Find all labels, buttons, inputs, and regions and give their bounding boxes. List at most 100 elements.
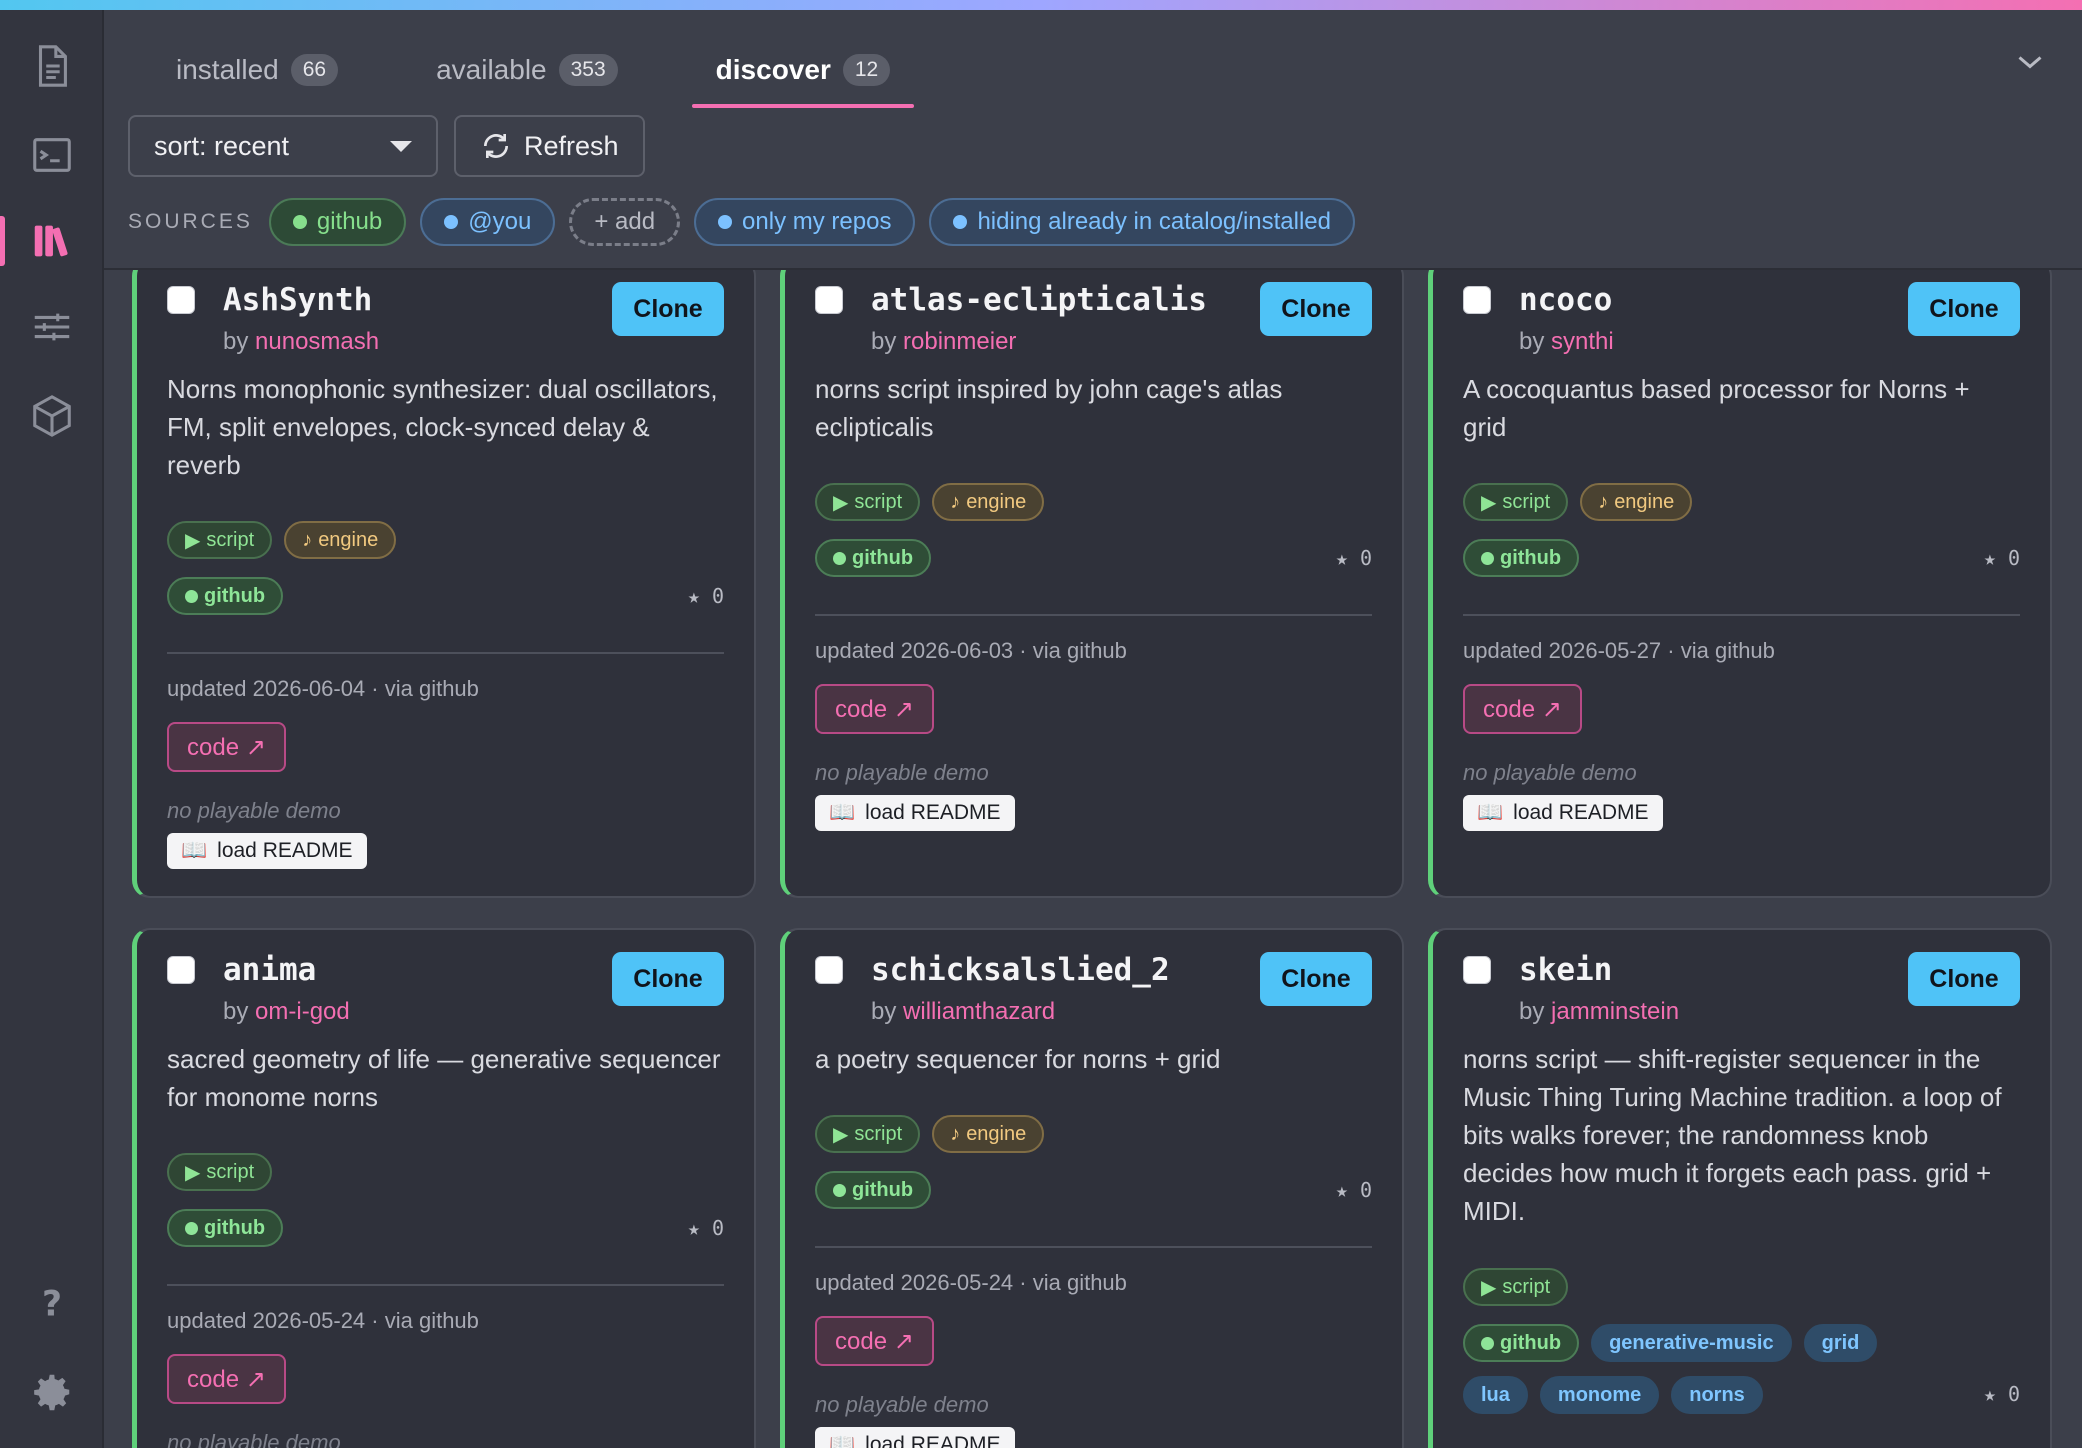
book-icon: 📖 [1477, 801, 1504, 824]
select-checkbox[interactable] [167, 956, 195, 984]
refresh-button[interactable]: Refresh [454, 115, 645, 177]
repo-description: sacred geometry of life — generative seq… [167, 1044, 721, 1112]
filter-hiding-installed[interactable]: hiding already in catalog/installed [929, 198, 1356, 246]
source-tags: github [167, 577, 724, 615]
terminal-icon[interactable] [22, 125, 82, 185]
repo-author-line: by om-i-god [223, 998, 350, 1026]
source-chip-you[interactable]: @you [420, 198, 556, 246]
repo-author-line: by williamthazard [871, 998, 1055, 1026]
divider [815, 1246, 1372, 1248]
select-checkbox[interactable] [167, 286, 195, 314]
tag-label: github [852, 1178, 914, 1201]
star-count: ★ 0 [1335, 546, 1372, 570]
github-tag: github [1463, 1324, 1580, 1362]
tag-label: script [1502, 1275, 1551, 1298]
script-tag: ▶ script [167, 521, 273, 559]
repo-description: norns script — shift-register sequencer … [1463, 1044, 2002, 1226]
code-link-button[interactable]: code ↗ [1463, 684, 1582, 734]
readme-label: load README [865, 801, 1001, 824]
tag-label: github [204, 1216, 266, 1239]
tab-discover[interactable]: discover 12 [691, 40, 915, 108]
load-readme-button[interactable]: 📖 load README [1463, 795, 1663, 831]
tag-label: script [1502, 490, 1551, 513]
divider [1463, 614, 2020, 616]
topic-tag[interactable]: grid [1803, 1324, 1878, 1362]
select-checkbox[interactable] [815, 956, 843, 984]
sort-select[interactable]: sort: recent [128, 115, 438, 177]
author-link[interactable]: om-i-god [255, 998, 350, 1025]
select-checkbox[interactable] [815, 286, 843, 314]
caret-down-icon [390, 140, 412, 152]
repo-name: skein [1519, 952, 1613, 988]
engine-tag: ♪ engine [932, 1115, 1045, 1153]
repo-card-grid: AshSynth by nunosmash Clone Norns monoph… [104, 268, 2082, 1448]
load-readme-button[interactable]: 📖 load README [167, 833, 367, 869]
author-link[interactable]: robinmeier [903, 328, 1016, 355]
code-link-button[interactable]: code ↗ [167, 722, 286, 772]
tag-label: script [206, 528, 255, 551]
no-demo-text: no playable demo [167, 1430, 341, 1448]
play-icon: ▶ [1481, 491, 1497, 514]
help-icon[interactable]: ? [22, 1274, 82, 1334]
topic-tag[interactable]: monome [1539, 1376, 1660, 1414]
no-demo-text: no playable demo [1463, 760, 1637, 785]
kind-tags: ▶ script [1463, 1268, 2020, 1306]
sources-label: SOURCES [128, 210, 253, 233]
repo-name: ncoco [1519, 282, 1613, 318]
repo-author-line: by jamminstein [1519, 998, 1679, 1026]
package-icon[interactable] [22, 386, 82, 446]
tab-installed[interactable]: installed 66 [152, 40, 362, 100]
clone-button[interactable]: Clone [612, 282, 724, 336]
play-icon: ▶ [185, 529, 201, 552]
topic-tag[interactable]: norns [1671, 1376, 1763, 1414]
library-icon[interactable] [22, 211, 82, 271]
author-link[interactable]: synthi [1551, 328, 1614, 355]
play-icon: ▶ [833, 1123, 849, 1146]
code-link-button[interactable]: code ↗ [815, 1316, 934, 1366]
load-readme-button[interactable]: 📖 load README [815, 1427, 1015, 1448]
author-link[interactable]: jamminstein [1551, 998, 1679, 1025]
tag-label: github [1500, 1331, 1562, 1354]
book-icon: 📖 [181, 839, 208, 862]
dot-icon [718, 215, 733, 229]
gear-icon[interactable] [22, 1362, 82, 1422]
left-rail: ? [0, 10, 104, 1448]
readme-label: load README [217, 839, 353, 862]
star-count: ★ 0 [687, 584, 724, 608]
dot-icon [1481, 1336, 1494, 1350]
chevron-down-icon[interactable] [2012, 44, 2048, 80]
chip-label: @you [468, 208, 532, 235]
engine-tag: ♪ engine [932, 483, 1045, 521]
topic-tag[interactable]: generative-music [1591, 1324, 1792, 1362]
clone-button[interactable]: Clone [1260, 952, 1372, 1006]
sort-select-value: sort: recent [154, 130, 290, 161]
github-tag: github [815, 1171, 932, 1209]
source-chip-github[interactable]: github [268, 198, 407, 246]
dot-icon [953, 215, 968, 229]
book-icon: 📖 [829, 1433, 856, 1448]
github-tag: github [1463, 539, 1580, 577]
code-link-button[interactable]: code ↗ [167, 1354, 286, 1404]
add-source-button[interactable]: + add [569, 198, 681, 246]
tag-label: engine [1614, 490, 1675, 513]
author-link[interactable]: williamthazard [903, 998, 1055, 1025]
note-icon: ♪ [950, 1122, 961, 1145]
select-checkbox[interactable] [1463, 286, 1491, 314]
document-icon[interactable] [22, 36, 82, 96]
clone-button[interactable]: Clone [1908, 282, 2020, 336]
tab-label: available [436, 54, 547, 85]
select-checkbox[interactable] [1463, 956, 1491, 984]
sliders-icon[interactable] [22, 297, 82, 357]
clone-button[interactable]: Clone [612, 952, 724, 1006]
clone-button[interactable]: Clone [1908, 952, 2020, 1006]
tab-available[interactable]: available 353 [412, 40, 642, 100]
svg-text:?: ? [42, 1285, 62, 1325]
top-gradient-bar [0, 0, 2082, 10]
clone-button[interactable]: Clone [1260, 282, 1372, 336]
repo-card: skein by jamminstein Clone norns script … [1428, 928, 2052, 1448]
code-link-button[interactable]: code ↗ [815, 684, 934, 734]
author-link[interactable]: nunosmash [255, 328, 379, 355]
filter-only-my-repos[interactable]: only my repos [694, 198, 916, 246]
topic-tag[interactable]: lua [1463, 1376, 1528, 1414]
load-readme-button[interactable]: 📖 load README [815, 795, 1015, 831]
